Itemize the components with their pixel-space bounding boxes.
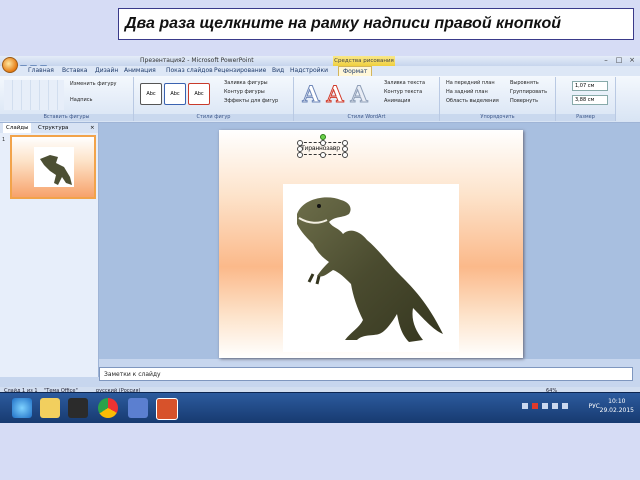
ribbon-tabs: Главная Вставка Дизайн Анимация Показ сл… (0, 66, 640, 76)
clock-time: 10:10 (608, 398, 626, 405)
tab-review[interactable]: Рецензирование (214, 66, 266, 76)
window-icon[interactable] (128, 398, 148, 418)
resize-handle-t[interactable] (320, 140, 326, 146)
height-field[interactable]: 1,07 см (572, 81, 608, 91)
bring-front-button[interactable]: На передний план (446, 80, 495, 87)
close-panel-icon[interactable]: × (90, 123, 95, 133)
group-arrange: На передний план На задний план Область … (440, 77, 556, 121)
tab-addins[interactable]: Надстройки (290, 66, 328, 76)
minimize-button[interactable]: – (600, 56, 612, 64)
slide-thumbnail[interactable] (10, 135, 96, 199)
group-label: Стили фигур (134, 114, 293, 121)
group-shape-styles: Abc Abc Abc Заливка фигуры Контур фигуры… (134, 77, 294, 121)
powerpoint-window: Презентация2 - Microsoft PowerPoint Сред… (0, 56, 640, 396)
tab-view[interactable]: Вид (272, 66, 284, 76)
explorer-icon[interactable] (40, 398, 60, 418)
shape-style-1[interactable]: Abc (140, 83, 162, 105)
tray-icon[interactable] (532, 403, 538, 409)
shapes-gallery[interactable] (4, 80, 64, 110)
change-shape-button[interactable]: Изменить фигуру (70, 81, 116, 88)
wordart-style-3[interactable]: A (348, 83, 370, 108)
wordart-style-2[interactable]: A (324, 83, 346, 108)
selection-pane-button[interactable]: Область выделения (446, 98, 499, 105)
slide-canvas[interactable]: Тираннозавр (219, 130, 523, 358)
ie-icon[interactable] (12, 398, 32, 418)
resize-handle-bl[interactable] (297, 152, 303, 158)
tray-icon[interactable] (542, 403, 548, 409)
resize-handle-br[interactable] (342, 152, 348, 158)
tab-slideshow[interactable]: Показ слайдов (166, 66, 213, 76)
tab-format[interactable]: Формат (338, 66, 373, 76)
group-label: Вставить фигуры (0, 114, 133, 121)
tab-design[interactable]: Дизайн (95, 66, 118, 76)
clock-date: 29.02.2015 (599, 407, 634, 414)
tab-slides[interactable]: Слайды (3, 123, 32, 133)
tray-icon[interactable] (552, 403, 558, 409)
shape-outline-button[interactable]: Контур фигуры (224, 89, 265, 96)
text-effects-button[interactable]: Анимация (384, 98, 410, 105)
tab-animation[interactable]: Анимация (124, 66, 156, 76)
chrome-icon[interactable] (98, 398, 118, 418)
dinosaur-image (297, 197, 443, 342)
rotate-button[interactable]: Повернуть (510, 98, 538, 105)
tray-icon[interactable] (562, 403, 568, 409)
slide-editor: Тираннозавр (99, 123, 640, 359)
group-wordart-styles: A A A Заливка текста Контур текста Анима… (294, 77, 440, 121)
close-button[interactable]: × (626, 56, 638, 64)
width-field[interactable]: 3,88 см (572, 95, 608, 105)
group-label: Стили WordArt (294, 114, 439, 121)
shape-fill-button[interactable]: Заливка фигуры (224, 80, 268, 87)
notes-pane[interactable]: Заметки к слайду (99, 367, 633, 381)
dinosaur-photo[interactable] (283, 184, 459, 352)
slides-panel: Слайды Структура × 1 (0, 123, 99, 377)
wordart-style-1[interactable]: A (300, 83, 322, 108)
ribbon: Изменить фигуру Надпись Вставить фигуры … (0, 76, 640, 123)
panel-tabs: Слайды Структура × (0, 123, 98, 133)
powerpoint-icon[interactable] (156, 398, 178, 420)
dinosaur-thumbnail-image (34, 147, 74, 187)
maximize-button[interactable]: □ (613, 56, 625, 64)
group-size: 1,07 см 3,88 см Размер (556, 77, 616, 121)
app-icon[interactable] (68, 398, 88, 418)
shape-style-2[interactable]: Abc (164, 83, 186, 105)
shape-style-3[interactable]: Abc (188, 83, 210, 105)
tab-home[interactable]: Главная (28, 66, 54, 76)
group-button[interactable]: Группировать (510, 89, 547, 96)
group-label: Размер (556, 114, 615, 121)
resize-handle-b[interactable] (320, 152, 326, 158)
clock[interactable]: 10:10 29.02.2015 (600, 397, 634, 415)
shape-effects-button[interactable]: Эффекты для фигур (224, 98, 278, 105)
window-title: Презентация2 - Microsoft PowerPoint (140, 57, 254, 64)
taskbar: РУС 10:10 29.02.2015 (0, 392, 640, 423)
text-fill-button[interactable]: Заливка текста (384, 80, 425, 87)
textbox-button[interactable]: Надпись (70, 97, 93, 104)
context-tools-title: Средства рисования (333, 56, 395, 66)
group-insert-shapes: Изменить фигуру Надпись Вставить фигуры (0, 77, 134, 121)
send-back-button[interactable]: На задний план (446, 89, 488, 96)
tab-outline[interactable]: Структура (38, 123, 68, 133)
instruction-caption: Два раза щелкните на рамку надписи право… (118, 8, 634, 40)
group-label: Упорядочить (440, 114, 555, 121)
tray-icon[interactable] (522, 403, 528, 409)
office-button[interactable] (2, 57, 18, 73)
language-indicator[interactable]: РУС (589, 403, 600, 410)
window-controls: – □ × (599, 56, 638, 66)
quick-access-toolbar (20, 57, 80, 72)
align-button[interactable]: Выровнять (510, 80, 539, 87)
text-outline-button[interactable]: Контур текста (384, 89, 422, 96)
slide-number: 1 (2, 137, 6, 143)
title-bar: Презентация2 - Microsoft PowerPoint Сред… (0, 56, 640, 66)
tab-insert[interactable]: Вставка (62, 66, 87, 76)
